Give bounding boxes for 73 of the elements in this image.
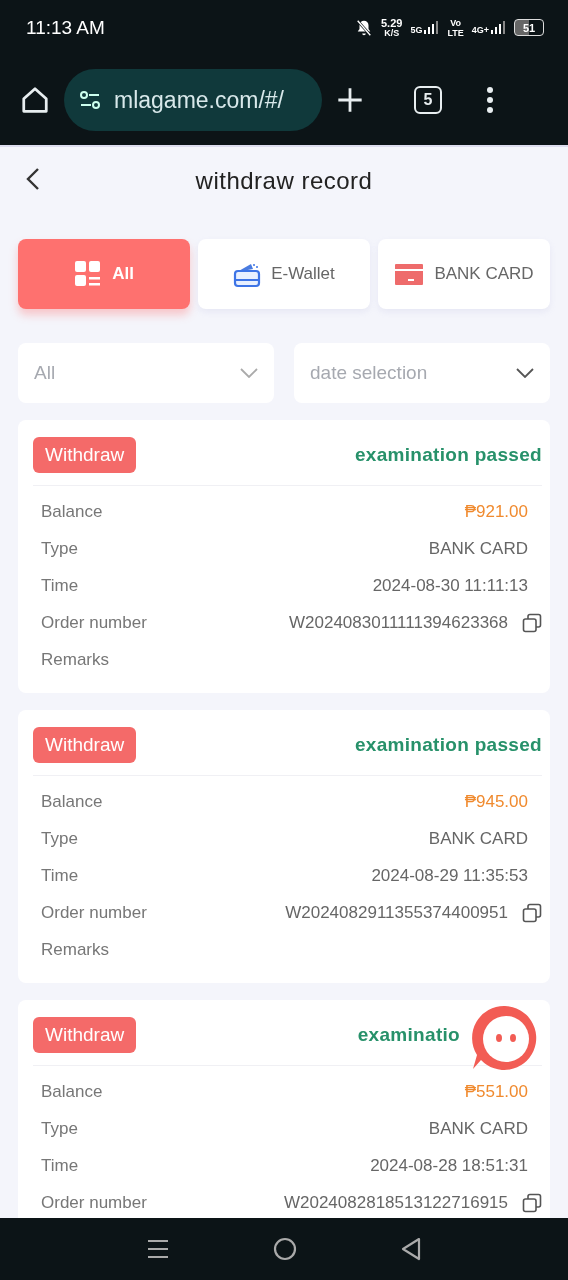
more-icon [486,86,494,114]
field-label: Balance [41,1082,103,1103]
order-number: W2024082911355374400951 [285,902,508,923]
tab-count-button[interactable]: 5 [414,86,442,114]
type-badge: Withdraw [33,437,137,473]
page-title: withdraw record [195,167,373,195]
field-label: Time [41,1155,79,1176]
field-label: Time [41,576,79,596]
copy-icon [522,1192,542,1213]
address-bar[interactable]: mlagame.com/#/ [64,69,322,131]
copy-button[interactable] [522,1192,542,1213]
field-label: Type [41,1119,78,1140]
card-icon [394,262,425,286]
filter-tab[interactable]: BANK CARD [378,239,550,309]
field-label: Type [41,539,78,560]
chevron-down-icon [516,368,534,378]
back-nav-button[interactable] [401,1237,421,1261]
network-speed: 5.29 [380,17,403,28]
new-tab-button[interactable] [336,86,364,114]
field-label: Balance [41,792,103,813]
field-label: Type [41,829,78,850]
status-text: examinatio [357,1023,460,1046]
url-text: mlagame.com/#/ [114,86,284,114]
recents-button[interactable] [147,1239,169,1259]
copy-button[interactable] [522,612,542,633]
speed-unit: K/S [384,27,400,38]
status-text: examination passed [354,444,542,466]
field-label: Remarks [41,939,109,960]
field-label: Order number [41,612,147,633]
field-value: BANK CARD [428,539,528,560]
signal-icon [423,20,440,35]
home-button[interactable] [20,85,50,115]
circle-icon [273,1237,297,1261]
filter-tab[interactable]: E-Wallet [198,239,370,309]
amount-value: ₱921.00 [464,502,528,523]
grid-icon [74,260,103,288]
copy-button[interactable] [522,902,542,923]
copy-icon [522,612,542,633]
field-value: 2024-08-28 18:51:31 [370,1155,528,1176]
volte-label: LTE [447,27,464,38]
plus-icon [336,86,364,114]
amount-value: ₱551.00 [464,1082,528,1103]
network-type: 4G+ [471,25,489,35]
clock-time: 11:13 AM [26,16,105,39]
type-badge: Withdraw [33,1016,137,1053]
volte-label: Vo [450,17,461,28]
field-label: Order number [41,1192,147,1213]
status-text: examination passed [354,734,542,756]
battery-level: 51 [522,21,536,34]
order-number: W2024082818513122716915 [283,1192,508,1213]
field-value: BANK CARD [428,829,528,850]
home-nav-button[interactable] [273,1237,297,1261]
triangle-icon [401,1237,421,1261]
order-number: W2024083011111394623368 [289,612,508,633]
muted-bell-icon [354,18,373,37]
field-label: Remarks [41,649,109,670]
network-type: 5G [410,25,423,35]
signal-icon [490,20,506,35]
back-icon [26,167,40,191]
copy-icon [522,902,542,923]
amount-value: ₱945.00 [464,792,528,813]
home-icon [20,85,50,115]
field-label: Balance [41,502,103,523]
field-label: Time [41,865,79,886]
field-value: BANK CARD [428,1119,528,1140]
menu-icon [147,1239,169,1259]
field-label: Order number [41,902,147,923]
type-badge: Withdraw [33,727,137,763]
menu-button[interactable] [486,86,494,114]
site-settings-icon [78,88,102,112]
field-value: 2024-08-29 11:35:53 [371,865,528,886]
field-value: 2024-08-30 11:11:13 [372,576,528,596]
chevron-down-icon [240,368,258,378]
